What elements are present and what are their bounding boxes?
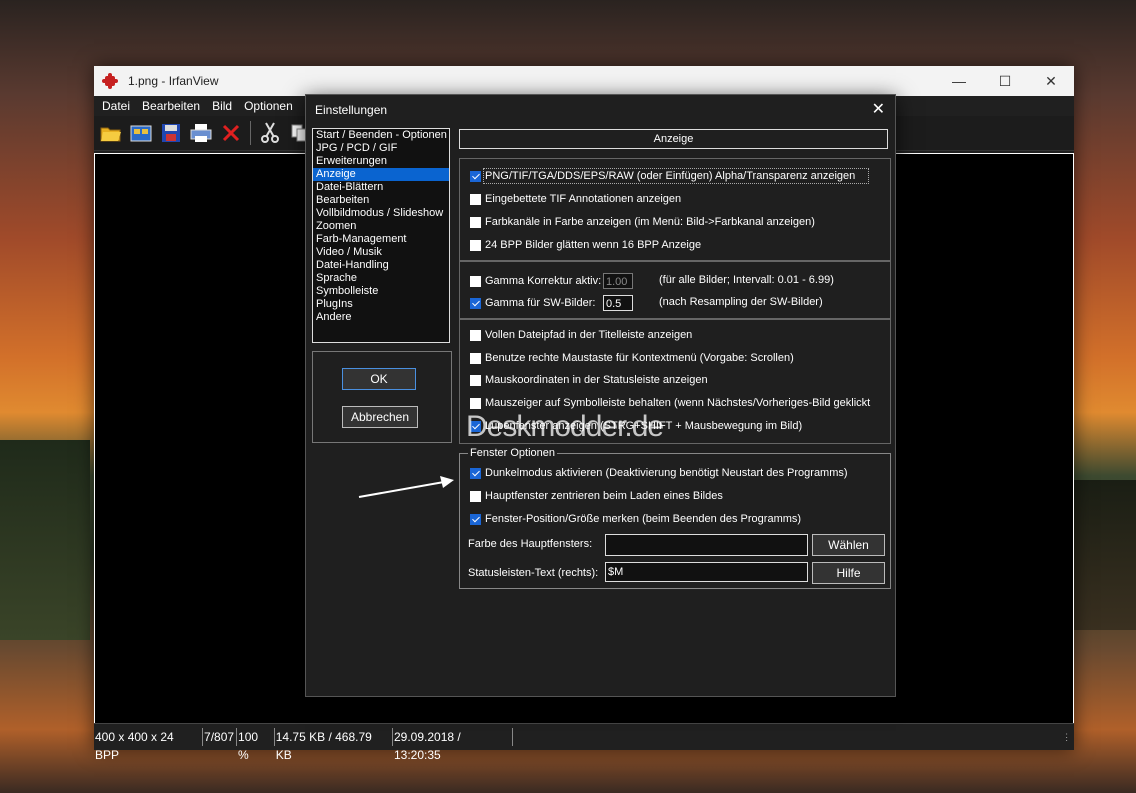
checkbox[interactable]	[470, 490, 481, 502]
status-file-index: 7/807	[203, 728, 238, 746]
category-item[interactable]: Bearbeiten	[313, 194, 449, 207]
print-icon[interactable]	[188, 120, 214, 146]
toolbar-separator	[250, 121, 251, 145]
category-item[interactable]: Datei-Blättern	[313, 181, 449, 194]
checkbox[interactable]	[470, 467, 481, 479]
status-text-input[interactable]: $M	[605, 562, 808, 582]
choose-color-button[interactable]: Wählen	[812, 534, 885, 556]
watermark: Deskmodder.de	[466, 410, 664, 443]
cancel-button[interactable]: Abbrechen	[342, 406, 418, 428]
status-text-label: Statusleisten-Text (rechts):	[468, 567, 599, 579]
checkbox[interactable]	[470, 374, 481, 386]
title-bar: 1.png - IrfanView — ☐ ✕	[94, 66, 1074, 96]
option-remember-position[interactable]: Fenster-Position/Größe merken (beim Been…	[470, 513, 801, 525]
menu-bearbeiten[interactable]: Bearbeiten	[136, 99, 206, 113]
main-window-color-label: Farbe des Hauptfensters:	[468, 538, 593, 550]
settings-dialog: Einstellungen ✕ Start / Beenden - Option…	[305, 94, 896, 697]
category-item[interactable]: Video / Musik	[313, 246, 449, 259]
checkbox[interactable]	[470, 170, 481, 182]
checkbox[interactable]	[470, 193, 481, 205]
category-item[interactable]: JPG / PCD / GIF	[313, 142, 449, 155]
status-bar: 400 x 400 x 24 BPP 7/807 100 % 14.75 KB …	[94, 723, 1074, 762]
category-item[interactable]: Datei-Handling	[313, 259, 449, 272]
gamma-group: Gamma Korrektur aktiv: 1.00 (für alle Bil…	[459, 260, 891, 320]
option-color-channels[interactable]: Farbkanäle in Farbe anzeigen (im Menü: B…	[470, 216, 815, 228]
dialog-title: Einstellungen	[315, 103, 388, 117]
window-options-legend: Fenster Optionen	[468, 447, 557, 459]
delete-icon[interactable]	[218, 120, 244, 146]
cut-icon[interactable]	[257, 120, 283, 146]
wallpaper-trees-right	[1072, 480, 1136, 630]
category-item[interactable]: Zoomen	[313, 220, 449, 233]
ok-button[interactable]: OK	[342, 368, 416, 390]
irfanview-app-icon	[102, 73, 118, 89]
checkbox[interactable]	[470, 397, 481, 409]
close-button[interactable]: ✕	[1028, 66, 1074, 96]
status-empty	[513, 728, 1061, 746]
checkbox[interactable]	[470, 239, 481, 251]
option-gamma-correction[interactable]: Gamma Korrektur aktiv: 1.00	[470, 273, 633, 289]
gamma-sw-note: (nach Resampling der SW-Bilder)	[659, 296, 823, 308]
checkbox[interactable]	[470, 297, 481, 309]
category-item[interactable]: Sprache	[313, 272, 449, 285]
option-smooth-24bpp[interactable]: 24 BPP Bilder glätten wenn 16 BPP Anzeig…	[470, 239, 701, 251]
option-gamma-sw[interactable]: Gamma für SW-Bilder: 0.5	[470, 295, 633, 311]
status-dimensions: 400 x 400 x 24 BPP	[94, 728, 204, 762]
status-date: 29.09.2018 / 13:20:35	[393, 728, 513, 762]
checkbox[interactable]	[470, 216, 481, 228]
menu-optionen[interactable]: Optionen	[238, 99, 299, 113]
window-options-group: Dunkelmodus aktivieren (Deaktivierung be…	[459, 453, 891, 589]
option-center-window[interactable]: Hauptfenster zentrieren beim Laden eines…	[470, 490, 723, 502]
category-item[interactable]: Erweiterungen	[313, 155, 449, 168]
window-title: 1.png - IrfanView	[128, 74, 219, 88]
resize-grip-icon[interactable]: ⋮	[1061, 728, 1074, 746]
menu-bild[interactable]: Bild	[206, 99, 238, 113]
status-file-size: 14.75 KB / 468.79 KB	[275, 728, 393, 762]
category-item[interactable]: PlugIns	[313, 298, 449, 311]
gamma-sw-value-input[interactable]: 0.5	[603, 295, 633, 311]
checkbox[interactable]	[470, 275, 481, 287]
help-button[interactable]: Hilfe	[812, 562, 885, 584]
menu-datei[interactable]: Datei	[96, 99, 136, 113]
dialog-title-bar: Einstellungen ✕	[306, 95, 895, 125]
display-options-group: PNG/TIF/TGA/DDS/EPS/RAW (oder Einfügen) …	[459, 158, 891, 262]
option-full-path[interactable]: Vollen Dateipfad in der Titelleiste anze…	[470, 329, 692, 341]
option-tif-annotations[interactable]: Eingebettete TIF Annotationen anzeigen	[470, 193, 681, 205]
checkbox[interactable]	[470, 352, 481, 364]
option-mouse-coords[interactable]: Mauskoordinaten in der Statusleiste anze…	[470, 374, 708, 386]
category-item[interactable]: Symbolleiste	[313, 285, 449, 298]
checkbox[interactable]	[470, 513, 481, 525]
option-keep-cursor[interactable]: Mauszeiger auf Symbolleiste behalten (we…	[470, 397, 870, 409]
category-item[interactable]: Start / Beenden - Optionen	[313, 129, 449, 142]
maximize-button[interactable]: ☐	[982, 66, 1028, 96]
thumbnails-icon[interactable]	[128, 120, 154, 146]
option-right-mouse[interactable]: Benutze rechte Maustaste für Kontextmenü…	[470, 352, 794, 364]
category-item[interactable]: Anzeige	[313, 168, 449, 181]
checkbox[interactable]	[470, 329, 481, 341]
wallpaper-trees-left	[0, 440, 90, 640]
gamma-value-input[interactable]: 1.00	[603, 273, 633, 289]
page-heading: Anzeige	[459, 129, 888, 149]
arrow-annotation-icon	[358, 476, 454, 498]
category-item[interactable]: Andere	[313, 311, 449, 324]
category-item[interactable]: Vollbildmodus / Slideshow	[313, 207, 449, 220]
main-window-color-input[interactable]	[605, 534, 808, 556]
dialog-button-box: OK Abbrechen	[312, 351, 452, 443]
category-item[interactable]: Farb-Management	[313, 233, 449, 246]
open-folder-icon[interactable]	[98, 120, 124, 146]
minimize-button[interactable]: —	[936, 66, 982, 96]
category-list[interactable]: Start / Beenden - Optionen JPG / PCD / GI…	[312, 128, 450, 343]
option-dark-mode[interactable]: Dunkelmodus aktivieren (Deaktivierung be…	[470, 467, 848, 479]
dialog-close-icon[interactable]: ✕	[872, 95, 885, 125]
option-alpha-transparency[interactable]: PNG/TIF/TGA/DDS/EPS/RAW (oder Einfügen) …	[470, 168, 869, 184]
save-icon[interactable]	[158, 120, 184, 146]
gamma-note: (für alle Bilder; Intervall: 0.01 - 6.99…	[659, 274, 834, 286]
status-zoom: 100 %	[237, 728, 275, 762]
